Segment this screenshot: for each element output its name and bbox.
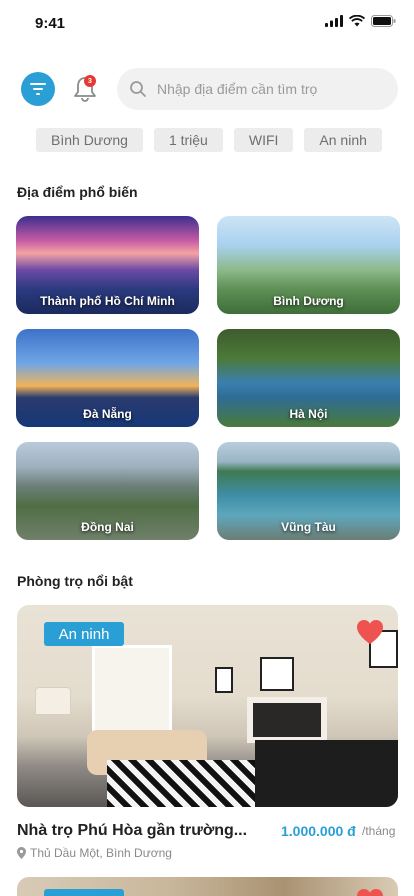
place-label: Bình Dương [273,294,344,308]
listing-location-text: Thủ Dầu Một, Bình Dương [30,846,172,860]
heart-icon[interactable] [356,619,384,645]
place-card-dong-nai[interactable]: Đồng Nai [16,442,199,540]
heart-icon[interactable] [356,888,384,896]
listing-price: 1.000.000 đ [281,823,356,839]
battery-icon [371,15,396,27]
listing-price-unit: /tháng [362,824,396,838]
header: 3 [0,68,414,112]
place-card-ha-noi[interactable]: Hà Nội [217,329,400,427]
wifi-icon [349,15,365,27]
status-bar: 9:41 [0,0,414,46]
popular-places-grid: Thành phố Hồ Chí Minh Bình Dương Đà Nẵng… [16,216,400,540]
status-icons [325,15,396,27]
place-card-binh-duong[interactable]: Bình Dương [217,216,400,314]
filter-button[interactable] [21,72,55,106]
chip-binh-duong[interactable]: Bình Dương [36,128,143,152]
room-lamp [35,687,71,715]
listing-title[interactable]: Nhà trọ Phú Hòa gần trường... [17,822,249,840]
room-fireplace [247,697,327,743]
room-rug [107,760,267,807]
listing-card-image-next[interactable] [17,877,398,896]
listing-card-image[interactable]: An ninh [17,605,398,807]
place-card-vung-tau[interactable]: Vũng Tàu [217,442,400,540]
place-label: Thành phố Hồ Chí Minh [40,294,175,308]
place-label: Hà Nội [289,407,328,421]
filter-chips: Bình Dương 1 triệu WIFI An ninh [36,128,382,152]
popular-section-title: Địa điểm phổ biến [17,184,138,200]
listing-location: Thủ Dầu Một, Bình Dương [17,846,172,860]
listing-badge [44,889,124,896]
filter-icon [30,83,46,95]
chip-security[interactable]: An ninh [304,128,382,152]
place-card-da-nang[interactable]: Đà Nẵng [16,329,199,427]
search-input[interactable] [157,81,387,97]
room-table [255,740,398,807]
room-picture [215,667,233,693]
place-label: Đà Nẵng [83,407,132,421]
chip-wifi[interactable]: WIFI [233,128,294,152]
chip-price[interactable]: 1 triệu [153,128,223,152]
listing-badge: An ninh [44,622,124,646]
signal-icon [325,15,343,27]
place-label: Đồng Nai [81,520,134,534]
featured-section-title: Phòng trọ nổi bật [17,573,133,589]
room-picture [260,657,294,691]
location-pin-icon [17,847,26,859]
search-bar[interactable] [117,68,398,110]
notification-badge: 3 [84,75,96,87]
search-icon [130,81,146,97]
status-time: 9:41 [35,15,66,32]
place-label: Vũng Tàu [281,520,336,534]
place-card-ho-chi-minh[interactable]: Thành phố Hồ Chí Minh [16,216,199,314]
